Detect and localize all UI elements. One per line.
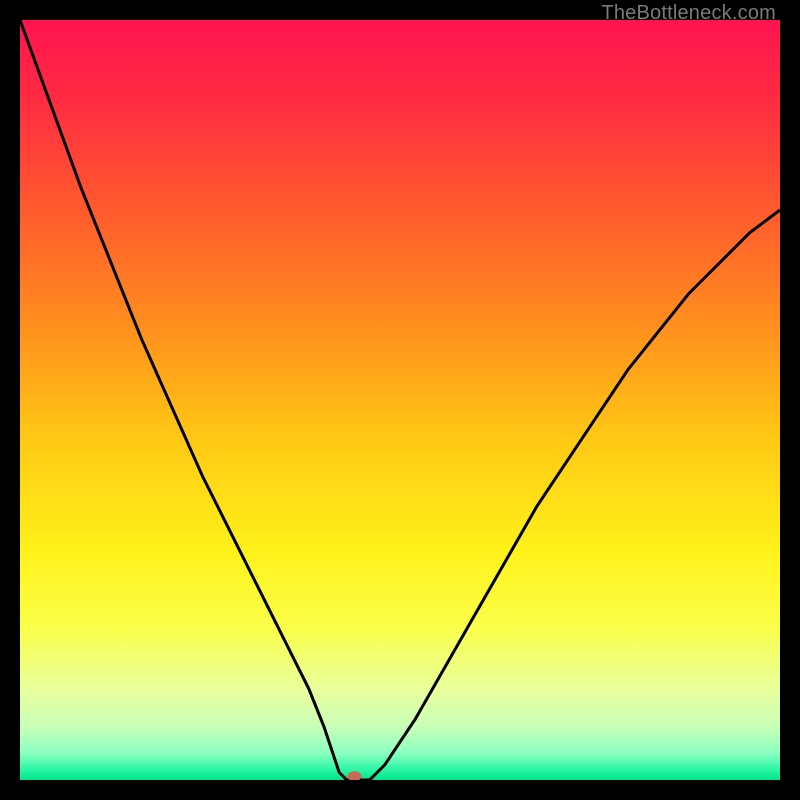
gradient-background <box>20 20 780 780</box>
chart-frame <box>20 20 780 780</box>
bottleneck-chart <box>20 20 780 780</box>
